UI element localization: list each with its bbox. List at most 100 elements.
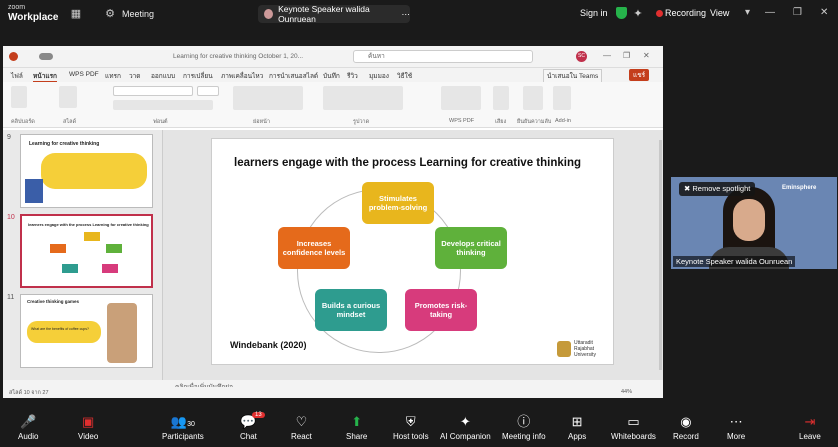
whiteboards-button[interactable]: ▭ Whiteboards — [611, 414, 656, 441]
react-button[interactable]: ♡ React — [291, 414, 312, 441]
paragraph-buttons[interactable] — [233, 86, 303, 110]
teams-present-button[interactable]: นำเสนอใน Teams — [543, 69, 603, 83]
autosave-toggle[interactable] — [39, 53, 53, 60]
font-select[interactable] — [113, 86, 193, 96]
sensitivity-button[interactable] — [523, 86, 543, 110]
tab-wps-pdf[interactable]: WPS PDF — [69, 71, 99, 78]
tab-animations[interactable]: ภาพเคลื่อนไหว — [221, 71, 263, 81]
ppt-tab-bar: ไฟล์ หน้าแรก WPS PDF แทรก วาด ออกแบบ การ… — [3, 68, 663, 83]
thumb-title: Learning for creative thinking — [29, 141, 100, 147]
restore-icon[interactable]: ❐ — [623, 51, 630, 60]
remove-spotlight-button[interactable]: ✖ Remove spotlight — [679, 182, 756, 196]
drawing-buttons[interactable] — [323, 86, 403, 110]
chat-label: Chat — [240, 432, 257, 441]
avatar — [264, 9, 274, 19]
view-button[interactable]: View — [710, 8, 729, 18]
tab-home[interactable]: หน้าแรก — [33, 71, 57, 82]
ai-companion-button[interactable]: ✦ AI Companion — [440, 414, 491, 441]
tab-help[interactable]: วิธีใช้ — [397, 71, 412, 81]
gear-icon[interactable]: ⚙ — [104, 8, 116, 20]
whiteboards-label: Whiteboards — [611, 432, 656, 441]
meeting-info-button[interactable]: ⓘ Meeting info — [502, 414, 546, 441]
restore-icon[interactable]: ❐ — [793, 7, 802, 18]
paste-button[interactable] — [11, 86, 27, 108]
share-screen-button[interactable]: ⬆ Share — [346, 414, 367, 441]
account-avatar[interactable]: SC — [576, 51, 587, 62]
tab-transitions[interactable]: การเปลี่ยน — [183, 71, 213, 81]
ppt-title-bar: Learning for creative thinking October 1… — [3, 46, 663, 68]
cycle-box-label: Increases confidence levels — [282, 239, 346, 257]
ppt-search-input[interactable]: ค้นหา — [353, 50, 533, 63]
share-title-pill[interactable]: Keynote Speaker walida Ounruean ⋯ — [258, 4, 411, 24]
share-button[interactable]: แชร์ — [629, 69, 650, 81]
more-icon[interactable]: ⋯ — [402, 9, 411, 20]
thumb-number: 11 — [7, 294, 15, 301]
dictate-button[interactable] — [493, 86, 509, 110]
tab-file[interactable]: ไฟล์ — [11, 71, 23, 81]
chat-button[interactable]: 💬 13 Chat — [240, 412, 265, 441]
ribbon-group-drawing: รูปวาด — [353, 119, 370, 125]
tab-draw[interactable]: วาด — [129, 71, 141, 81]
host-tools-button[interactable]: ⛨ Host tools — [393, 414, 429, 441]
leave-icon: ⇥ — [804, 414, 816, 429]
zoom-level[interactable]: 44% — [621, 389, 632, 395]
font-format-buttons[interactable] — [113, 100, 213, 110]
close-icon[interactable]: ✕ — [643, 51, 650, 60]
cycle-box: Stimulates problem-solving — [362, 182, 434, 224]
slide-thumbnail-pane[interactable]: 9 Learning for creative thinking 10 lear… — [3, 130, 163, 380]
ppt-logo-icon — [9, 52, 18, 61]
backdrop-text: Eminsphere — [782, 185, 817, 191]
tab-review[interactable]: รีวิว — [347, 71, 358, 81]
font-size-select[interactable] — [197, 86, 219, 96]
react-label: React — [291, 432, 312, 441]
recording-label[interactable]: Recording — [665, 8, 706, 18]
slide-thumbnail-11[interactable]: Creative thinking games What are the ben… — [20, 294, 153, 368]
apps-button[interactable]: ⊞ Apps — [568, 414, 586, 441]
audio-button[interactable]: 🎤 Audio — [18, 414, 38, 441]
vertical-scrollbar[interactable] — [659, 140, 662, 370]
more-icon: ⋯ — [729, 414, 743, 429]
ribbon-group-addin: Add-in — [555, 118, 571, 124]
chevron-down-icon[interactable]: ▾ — [745, 7, 750, 18]
leave-button[interactable]: ⇥ Leave — [799, 414, 821, 441]
leave-label: Leave — [799, 432, 821, 441]
new-slide-button[interactable] — [59, 86, 77, 108]
sparkle-icon[interactable]: ✦ — [632, 8, 644, 20]
slide-thumbnail-9[interactable]: Learning for creative thinking — [20, 134, 153, 208]
shield-icon[interactable] — [616, 7, 627, 19]
zoom-logo: zoom Workplace — [8, 3, 58, 23]
ribbon-group-wps: WPS PDF — [449, 118, 475, 124]
slide-thumbnail-10[interactable]: learners engage with the process Learnin… — [20, 214, 153, 288]
video-button[interactable]: ▣ Video — [78, 414, 98, 441]
participants-icon: 👥30 — [170, 414, 195, 429]
tab-design[interactable]: ออกแบบ — [151, 71, 175, 81]
participants-button[interactable]: 👥30 Participants — [162, 414, 204, 441]
remove-spotlight-label: Remove spotlight — [692, 184, 751, 193]
cycle-box-label: Stimulates problem-solving — [368, 194, 428, 212]
speaker-face — [733, 199, 765, 241]
info-icon: ⓘ — [517, 414, 531, 429]
record-button[interactable]: ◉ Record — [673, 414, 699, 441]
tab-record[interactable]: บันทึก — [323, 71, 340, 81]
ribbon-group-slides: สไลด์ — [63, 119, 77, 125]
whiteboard-icon: ▭ — [627, 414, 640, 429]
addins-button[interactable] — [553, 86, 571, 110]
tab-view[interactable]: มุมมอง — [369, 71, 389, 81]
cycle-box: Builds a curious mindset — [315, 289, 387, 331]
slide-citation: Windebank (2020) — [230, 340, 307, 350]
more-button[interactable]: ⋯ More — [727, 414, 745, 441]
more-label: More — [727, 432, 746, 441]
ribbon-group-clipboard: คลิปบอร์ด — [11, 119, 35, 125]
powerpoint-window: Learning for creative thinking October 1… — [3, 46, 663, 398]
current-slide[interactable]: learners engage with the process Learnin… — [211, 138, 614, 365]
tab-insert[interactable]: แทรก — [105, 71, 121, 81]
close-icon[interactable]: ✕ — [820, 7, 828, 18]
minimize-icon[interactable]: — — [765, 7, 775, 18]
thumb-title: Creative thinking games — [27, 299, 80, 304]
speaker-video-tile[interactable]: Eminsphere ✖ Remove spotlight Keynote Sp… — [671, 177, 837, 269]
grid-icon[interactable]: ▦ — [70, 8, 82, 20]
sign-in-button[interactable]: Sign in — [580, 8, 608, 18]
tab-slideshow[interactable]: การนำเสนอสไลด์ — [269, 71, 318, 81]
minimize-icon[interactable]: — — [603, 51, 611, 60]
wps-pdf-buttons[interactable] — [441, 86, 481, 110]
